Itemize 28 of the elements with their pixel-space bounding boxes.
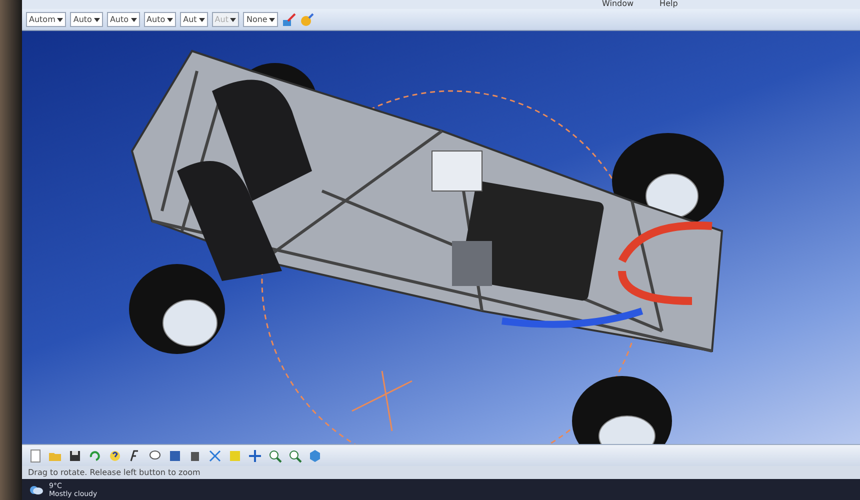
help-icon[interactable] xyxy=(108,448,122,462)
new-file-icon[interactable] xyxy=(28,448,42,462)
sphere-icon[interactable] xyxy=(300,12,314,26)
caret-icon xyxy=(269,18,276,22)
caret-icon xyxy=(130,18,137,22)
caret-icon xyxy=(230,18,236,22)
zoom-in-icon[interactable] xyxy=(268,448,282,462)
menu-item[interactable]: Window xyxy=(602,0,634,9)
caret-icon xyxy=(94,18,100,22)
dropdown[interactable]: None xyxy=(243,12,278,27)
caret-icon xyxy=(167,18,174,22)
undo-icon[interactable] xyxy=(88,448,102,462)
status-message: Drag to rotate. Release left button to zoom xyxy=(22,466,860,479)
dropdown[interactable]: Auto xyxy=(106,12,140,27)
dropdown[interactable]: Auto xyxy=(70,12,103,27)
menu-item[interactable]: Help xyxy=(660,0,678,9)
dropdown[interactable]: Auto xyxy=(144,12,176,27)
caret-icon xyxy=(57,18,64,22)
zoom-out-icon[interactable] xyxy=(288,448,302,462)
paint-icon[interactable] xyxy=(282,12,296,26)
3d-viewport[interactable] xyxy=(22,31,860,444)
pan-icon[interactable] xyxy=(248,448,262,462)
caret-icon xyxy=(198,18,205,22)
save-icon[interactable] xyxy=(68,448,82,462)
dropdown[interactable]: Autom xyxy=(26,12,66,27)
dropdown[interactable]: Aut xyxy=(180,12,208,27)
cloud-icon xyxy=(28,484,44,495)
cube-icon[interactable] xyxy=(308,448,322,462)
